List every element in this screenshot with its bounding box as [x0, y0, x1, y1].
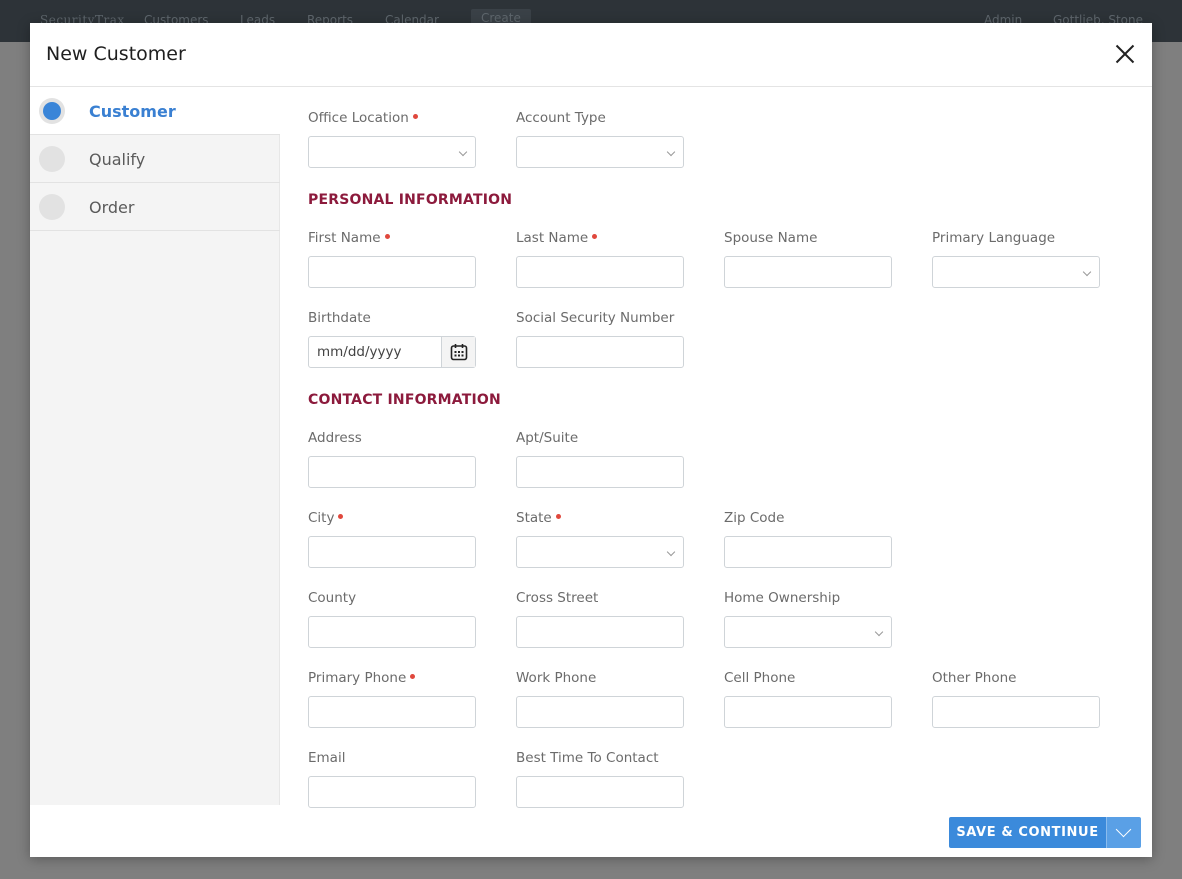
required-icon: [592, 234, 598, 239]
chevron-down-icon: [666, 147, 676, 157]
cross-street-label: Cross Street: [516, 590, 599, 606]
home-ownership-field: Home Ownership: [724, 590, 892, 648]
other-phone-input[interactable]: [932, 696, 1100, 728]
last-name-label: Last Name: [516, 230, 589, 246]
email-field: Email: [308, 750, 476, 808]
required-icon: [384, 234, 390, 239]
spouse-name-field: Spouse Name: [724, 230, 892, 288]
other-phone-label: Other Phone: [932, 670, 1017, 686]
contact-information-heading: CONTACT INFORMATION: [308, 392, 501, 408]
office-location-select[interactable]: [308, 136, 476, 168]
account-type-select[interactable]: [516, 136, 684, 168]
chevron-down-icon: [666, 547, 676, 557]
city-label: City: [308, 510, 335, 526]
step-qualify[interactable]: Qualify: [30, 135, 280, 183]
required-icon: [410, 674, 416, 679]
cell-phone-label: Cell Phone: [724, 670, 796, 686]
new-customer-modal: New Customer Customer Qualify Order Offi…: [30, 23, 1152, 857]
primary-language-select[interactable]: [932, 256, 1100, 288]
account-type-field: Account Type: [516, 110, 684, 168]
other-phone-field: Other Phone: [932, 670, 1100, 728]
address-input[interactable]: [308, 456, 476, 488]
zip-code-field: Zip Code: [724, 510, 892, 568]
close-icon[interactable]: [1114, 43, 1136, 65]
cell-phone-field: Cell Phone: [724, 670, 892, 728]
primary-language-label: Primary Language: [932, 230, 1056, 246]
step-label: Order: [89, 198, 135, 217]
birthdate-placeholder: mm/dd/yyyy: [317, 344, 402, 360]
county-label: County: [308, 590, 357, 606]
apt-suite-field: Apt/Suite: [516, 430, 684, 488]
spouse-name-label: Spouse Name: [724, 230, 818, 246]
step-label: Qualify: [89, 150, 146, 169]
ssn-field: Social Security Number: [516, 310, 684, 368]
work-phone-label: Work Phone: [516, 670, 597, 686]
spouse-name-input[interactable]: [724, 256, 892, 288]
cross-street-input[interactable]: [516, 616, 684, 648]
chevron-down-icon: [458, 147, 468, 157]
step-customer[interactable]: Customer: [30, 87, 280, 135]
best-time-field: Best Time To Contact: [516, 750, 684, 808]
apt-suite-input[interactable]: [516, 456, 684, 488]
chevron-down-icon: [1082, 267, 1092, 277]
primary-phone-input[interactable]: [308, 696, 476, 728]
birthdate-input[interactable]: mm/dd/yyyy: [308, 336, 476, 368]
first-name-label: First Name: [308, 230, 381, 246]
modal-header: New Customer: [30, 23, 1152, 87]
home-ownership-label: Home Ownership: [724, 590, 841, 606]
birthdate-label: Birthdate: [308, 310, 371, 326]
state-field: State: [516, 510, 684, 568]
city-field: City: [308, 510, 476, 568]
chevron-down-icon: [874, 627, 884, 637]
first-name-input[interactable]: [308, 256, 476, 288]
required-icon: [338, 514, 344, 519]
personal-information-heading: PERSONAL INFORMATION: [308, 192, 513, 208]
cross-street-field: Cross Street: [516, 590, 684, 648]
county-input[interactable]: [308, 616, 476, 648]
state-label: State: [516, 510, 552, 526]
wizard-steps: Customer Qualify Order: [30, 87, 280, 805]
step-indicator-icon: [39, 194, 65, 220]
work-phone-input[interactable]: [516, 696, 684, 728]
customer-form: Office Location Account Type PERSONAL IN…: [308, 87, 1152, 808]
last-name-input[interactable]: [516, 256, 684, 288]
step-label: Customer: [89, 102, 176, 121]
best-time-input[interactable]: [516, 776, 684, 808]
zip-code-input[interactable]: [724, 536, 892, 568]
work-phone-field: Work Phone: [516, 670, 684, 728]
office-location-label: Office Location: [308, 110, 409, 126]
chevron-down-icon[interactable]: [1106, 817, 1141, 848]
zip-code-label: Zip Code: [724, 510, 785, 526]
best-time-label: Best Time To Contact: [516, 750, 659, 766]
step-order[interactable]: Order: [30, 183, 280, 231]
address-field: Address: [308, 430, 476, 488]
step-indicator-icon: [39, 98, 65, 124]
cell-phone-input[interactable]: [724, 696, 892, 728]
ssn-label: Social Security Number: [516, 310, 675, 326]
save-button-group: SAVE & CONTINUE: [949, 817, 1141, 848]
ssn-input[interactable]: [516, 336, 684, 368]
required-icon: [412, 114, 418, 119]
modal-title: New Customer: [46, 43, 186, 65]
first-name-field: First Name: [308, 230, 476, 288]
birthdate-field: Birthdate mm/dd/yyyy: [308, 310, 476, 368]
address-label: Address: [308, 430, 362, 446]
email-label: Email: [308, 750, 346, 766]
primary-phone-field: Primary Phone: [308, 670, 476, 728]
office-location-field: Office Location: [308, 110, 476, 168]
last-name-field: Last Name: [516, 230, 684, 288]
county-field: County: [308, 590, 476, 648]
save-continue-button[interactable]: SAVE & CONTINUE: [949, 817, 1106, 848]
primary-phone-label: Primary Phone: [308, 670, 407, 686]
email-input[interactable]: [308, 776, 476, 808]
required-icon: [555, 514, 561, 519]
primary-language-field: Primary Language: [932, 230, 1100, 288]
apt-suite-label: Apt/Suite: [516, 430, 579, 446]
account-type-label: Account Type: [516, 110, 606, 126]
state-select[interactable]: [516, 536, 684, 568]
home-ownership-select[interactable]: [724, 616, 892, 648]
step-indicator-icon: [39, 146, 65, 172]
calendar-icon[interactable]: [441, 337, 475, 367]
city-input[interactable]: [308, 536, 476, 568]
